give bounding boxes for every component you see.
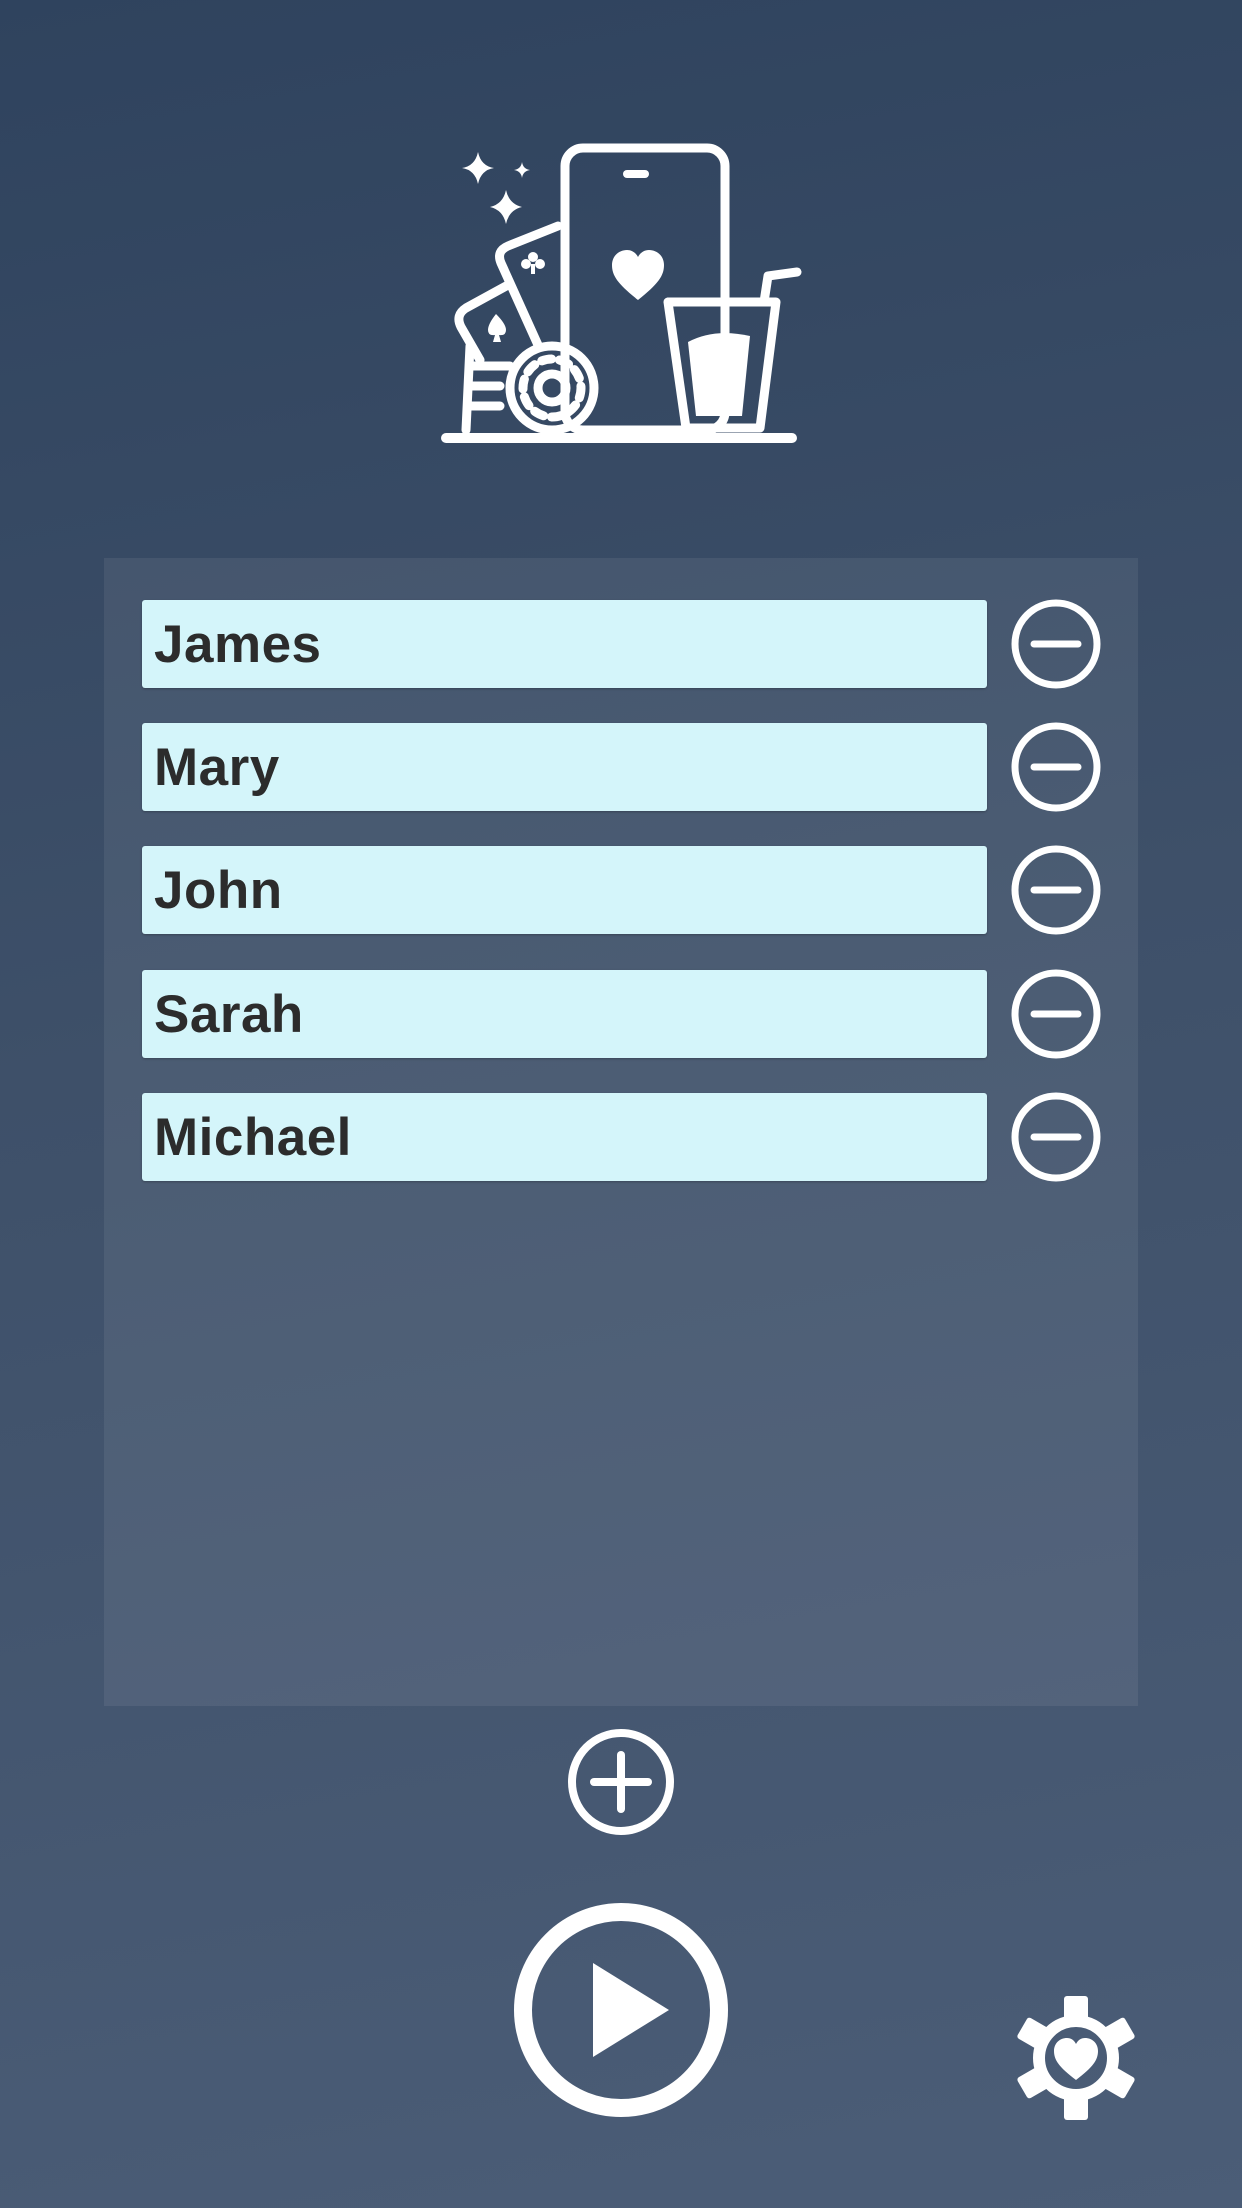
minus-circle-icon (1011, 969, 1101, 1059)
play-circle-icon (514, 1903, 728, 2117)
add-player-button[interactable] (566, 1727, 676, 1837)
player-name-field[interactable]: Michael (142, 1093, 987, 1181)
player-name-field[interactable]: John (142, 846, 987, 934)
player-name-field[interactable]: Sarah (142, 970, 987, 1058)
minus-circle-icon (1011, 845, 1101, 935)
minus-circle-icon (1011, 599, 1101, 689)
player-row: John (142, 844, 1102, 936)
player-row: Mary (142, 721, 1102, 813)
remove-player-button[interactable] (1010, 721, 1102, 813)
play-button[interactable] (511, 1900, 731, 2120)
minus-circle-icon (1011, 1092, 1101, 1182)
player-row: Sarah (142, 968, 1102, 1060)
player-row: Michael (142, 1091, 1102, 1183)
remove-player-button[interactable] (1010, 844, 1102, 936)
remove-player-button[interactable] (1010, 1091, 1102, 1183)
minus-circle-icon (1011, 722, 1101, 812)
player-name-field[interactable]: James (142, 600, 987, 688)
players-panel: James Mary John Sarah Michael (104, 558, 1138, 1706)
gear-heart-icon (1017, 1996, 1135, 2120)
remove-player-button[interactable] (1010, 968, 1102, 1060)
settings-button[interactable] (1006, 1988, 1146, 2128)
remove-player-button[interactable] (1010, 598, 1102, 690)
player-row: James (142, 598, 1102, 690)
player-name-field[interactable]: Mary (142, 723, 987, 811)
plus-circle-icon (568, 1729, 674, 1835)
party-game-logo-icon (441, 143, 802, 443)
